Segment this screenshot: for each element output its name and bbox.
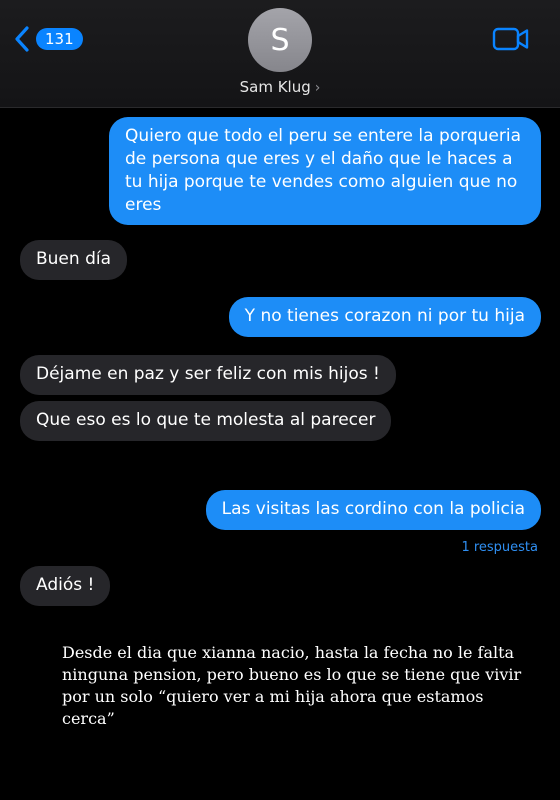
message-text: Buen día: [36, 249, 112, 269]
message-bubble-incoming[interactable]: Déjame en paz y ser feliz con mis hijos …: [20, 355, 396, 395]
conversation-header: 131 S Sam Klug ›: [0, 0, 560, 108]
unread-count-badge: 131: [36, 28, 83, 50]
back-button[interactable]: 131: [14, 24, 83, 54]
message-bubble-outgoing[interactable]: Las visitas las cordino con la policia: [205, 490, 541, 530]
contact-name-link[interactable]: Sam Klug ›: [0, 78, 560, 96]
message-bubble-outgoing[interactable]: Quiero que todo el peru se entere la por…: [109, 117, 541, 225]
contact-name: Sam Klug: [239, 78, 311, 96]
message-text: Quiero que todo el peru se entere la por…: [125, 126, 521, 215]
message-bubble-incoming[interactable]: Buen día: [20, 240, 128, 280]
message-bubble-outgoing[interactable]: Y no tienes corazon ni por tu hija: [228, 297, 541, 337]
video-call-icon[interactable]: [492, 26, 530, 52]
message-text: Y no tienes corazon ni por tu hija: [244, 306, 525, 326]
message-text: Las visitas las cordino con la policia: [221, 499, 525, 519]
message-bubble-incoming[interactable]: Adiós !: [20, 566, 111, 606]
message-bubble-incoming[interactable]: Que eso es lo que te molesta al parecer: [20, 401, 392, 441]
contact-avatar[interactable]: S: [248, 8, 312, 72]
thread-reply-link[interactable]: 1 respuesta: [461, 540, 538, 555]
message-text: Adiós !: [36, 575, 95, 595]
message-text: Déjame en paz y ser feliz con mis hijos …: [36, 364, 380, 384]
caption-text: Desde el dia que xianna nacio, hasta la …: [62, 643, 522, 728]
message-text: Que eso es lo que te molesta al parecer: [36, 410, 376, 430]
chevron-left-icon: [15, 26, 29, 52]
avatar-initial: S: [270, 22, 290, 58]
chevron-right-icon: ›: [314, 80, 321, 96]
